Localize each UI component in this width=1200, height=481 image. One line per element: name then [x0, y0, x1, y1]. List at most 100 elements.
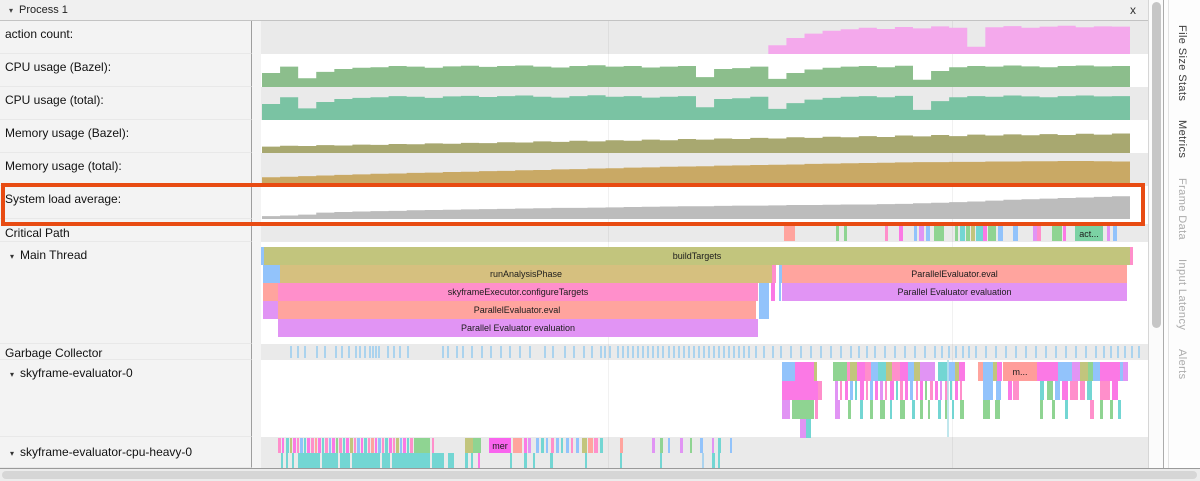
trace-slice[interactable] [364, 438, 367, 453]
trace-slice[interactable] [1118, 400, 1121, 419]
track-label-cpu-total[interactable]: CPU usage (total): [0, 87, 252, 120]
counter-chart-mem-total[interactable] [262, 156, 1130, 186]
track-label-action-count[interactable]: action count: [0, 21, 252, 54]
trace-slice[interactable] [966, 226, 970, 241]
trace-slice[interactable] [920, 400, 923, 419]
trace-slice[interactable] [857, 362, 865, 381]
trace-slice[interactable] [878, 362, 886, 381]
trace-slice[interactable] [896, 381, 898, 400]
trace-slice[interactable] [712, 438, 714, 453]
trace-slice[interactable] [952, 400, 954, 419]
trace-slice[interactable] [712, 453, 715, 468]
trace-slice[interactable] [910, 381, 913, 400]
trace-slice[interactable] [955, 381, 958, 400]
trace-slice[interactable] [550, 453, 553, 468]
trace-slice[interactable] [919, 226, 924, 241]
trace-slice[interactable] [1113, 226, 1117, 241]
trace-slice[interactable] [1052, 400, 1055, 419]
trace-slice[interactable] [551, 438, 554, 453]
trace-slice[interactable] [290, 438, 292, 453]
trace-slice[interactable] [885, 381, 887, 400]
trace-slice[interactable] [357, 438, 360, 453]
trace-slice[interactable] [315, 438, 317, 453]
trace-slice[interactable] [1040, 400, 1043, 419]
trace-slice[interactable] [304, 438, 306, 453]
trace-slice[interactable] [995, 400, 1000, 419]
counter-chart-mem-bazel[interactable] [262, 123, 1130, 153]
trace-slice[interactable] [782, 362, 795, 381]
trace-slice[interactable] [1072, 362, 1080, 381]
trace-slice[interactable] [920, 381, 923, 400]
trace-slice[interactable] [795, 381, 818, 400]
trace-slice[interactable] [620, 438, 623, 453]
vertical-scrollbar[interactable] [1148, 0, 1163, 468]
trace-slice[interactable] [860, 381, 864, 400]
track-label-mem-bazel[interactable]: Memory usage (Bazel): [0, 120, 252, 153]
trace-slice[interactable] [354, 438, 356, 453]
trace-slice[interactable] [478, 453, 480, 468]
trace-slice[interactable] [1058, 362, 1072, 381]
trace-slice[interactable] [702, 453, 704, 468]
trace-slice[interactable] [1037, 226, 1041, 241]
trace-slice[interactable] [414, 438, 430, 453]
trace-slice[interactable] [263, 283, 278, 301]
trace-slice[interactable] [835, 381, 838, 400]
trace-slice[interactable] [336, 438, 338, 453]
trace-slice[interactable] [1087, 381, 1092, 400]
trace-slice[interactable] [292, 453, 294, 468]
trace-slice[interactable] [1008, 381, 1012, 400]
sidebar-tab-frame-data[interactable]: Frame Data [1176, 178, 1188, 240]
track-label-mem-total[interactable]: Memory usage (total): [0, 153, 252, 186]
trace-slice[interactable] [1040, 381, 1044, 400]
trace-slice[interactable] [926, 226, 930, 241]
trace-slice[interactable] [361, 438, 363, 453]
trace-slice-chip[interactable]: ParallelEvaluator.eval [782, 265, 1127, 283]
trace-slice[interactable] [1070, 381, 1078, 400]
trace-slice[interactable] [850, 381, 853, 400]
trace-slice[interactable] [325, 438, 328, 453]
trace-slice[interactable] [350, 438, 353, 453]
trace-slice[interactable] [1130, 247, 1133, 265]
track-label-critical-path[interactable]: Critical Path [0, 224, 252, 242]
trace-slice[interactable] [1055, 381, 1060, 400]
trace-slice[interactable] [510, 453, 512, 468]
trace-slice[interactable] [771, 283, 775, 301]
trace-slice[interactable] [378, 438, 381, 453]
trace-slice[interactable] [339, 438, 342, 453]
trace-slice[interactable] [998, 226, 1003, 241]
track-label-skyframe-evaluator-cpu-heavy-0[interactable]: ▾skyframe-evaluator-cpu-heavy-0 [0, 437, 252, 468]
trace-slice[interactable] [885, 226, 888, 241]
trace-slice[interactable] [1013, 226, 1018, 241]
sidebar-tab-metrics[interactable]: Metrics [1176, 120, 1188, 158]
trace-slice[interactable] [566, 438, 569, 453]
trace-slice[interactable] [513, 438, 522, 453]
trace-slice[interactable] [1052, 226, 1062, 241]
trace-slice[interactable] [571, 438, 573, 453]
trace-slice[interactable] [382, 453, 390, 468]
trace-slice[interactable] [792, 400, 814, 419]
trace-slice[interactable] [322, 438, 324, 453]
trace-slice[interactable] [263, 301, 278, 319]
trace-slice[interactable] [465, 438, 473, 453]
trace-slice[interactable] [938, 400, 941, 419]
trace-slice[interactable] [920, 362, 935, 381]
trace-slice[interactable] [293, 438, 296, 453]
trace-slice[interactable] [988, 226, 996, 241]
trace-slice[interactable] [286, 453, 288, 468]
track-label-skyframe-evaluator-0[interactable]: ▾skyframe-evaluator-0 [0, 360, 252, 437]
trace-slice[interactable] [536, 438, 539, 453]
trace-slice[interactable] [871, 362, 878, 381]
trace-slice[interactable] [950, 381, 952, 400]
trace-slice[interactable] [263, 265, 280, 283]
trace-slice[interactable] [730, 438, 732, 453]
counter-chart-sys-load[interactable] [262, 189, 1130, 219]
trace-slice[interactable] [311, 438, 314, 453]
trace-slice[interactable] [471, 453, 473, 468]
trace-slice[interactable] [880, 400, 885, 419]
trace-slice-chip[interactable]: ParallelEvaluator.eval [278, 301, 756, 319]
trace-slice[interactable] [1093, 362, 1100, 381]
trace-slice[interactable] [332, 438, 335, 453]
track-label-cpu-bazel[interactable]: CPU usage (Bazel): [0, 54, 252, 87]
counter-chart-cpu-bazel[interactable] [262, 57, 1130, 87]
trace-slice[interactable] [1123, 362, 1128, 381]
